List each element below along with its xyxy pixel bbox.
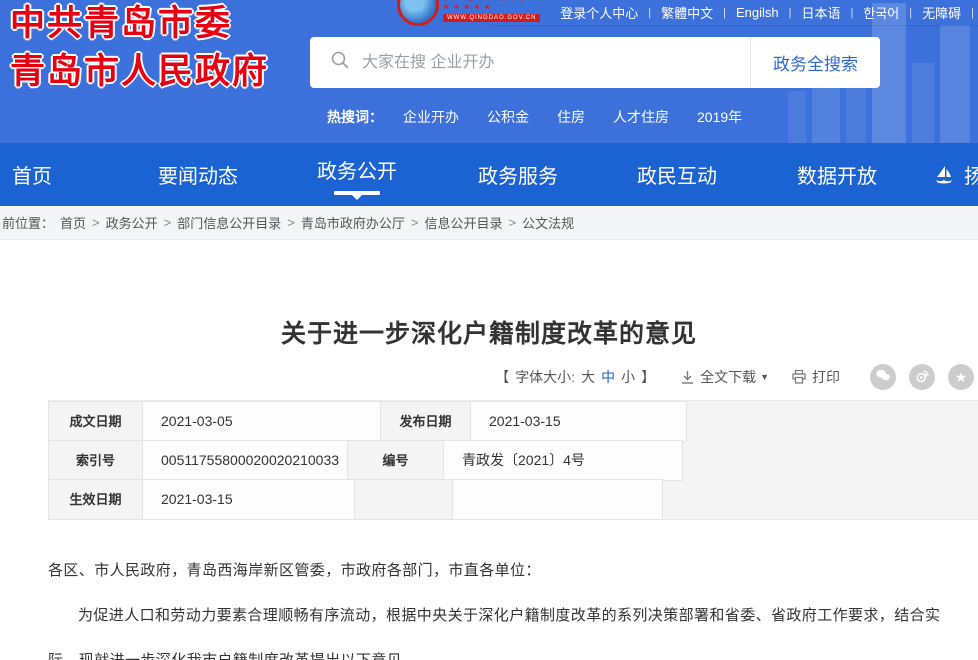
meta-value-effective-date: 2021-03-15 bbox=[142, 479, 355, 520]
globe-icon bbox=[397, 0, 439, 26]
font-size-control: 【 字体大小: 大 中 小 】 bbox=[495, 367, 656, 387]
search-submit-button[interactable]: 政务全搜索 bbox=[750, 37, 880, 88]
search-input[interactable] bbox=[350, 37, 750, 88]
breadcrumb-item[interactable]: 政务公开 bbox=[106, 213, 158, 232]
page: 中共青岛市委 青岛市人民政府 青岛政务网 ★★★★★ WWW.QINGDAO.G… bbox=[0, 0, 978, 660]
link-separator: | bbox=[971, 6, 974, 19]
sailboat-icon bbox=[932, 163, 956, 187]
link-login[interactable]: 登录个人中心 bbox=[550, 3, 648, 22]
meta-label-doc-number: 编号 bbox=[347, 440, 444, 481]
meta-label-publish-date: 发布日期 bbox=[380, 401, 471, 442]
font-size-medium[interactable]: 中 bbox=[601, 367, 615, 387]
wechat-icon bbox=[874, 367, 892, 388]
meta-value-written-date: 2021-03-05 bbox=[142, 401, 381, 442]
site-header: 中共青岛市委 青岛市人民政府 青岛政务网 ★★★★★ WWW.QINGDAO.G… bbox=[0, 0, 978, 143]
link-accessibility[interactable]: 无障碍 bbox=[912, 3, 971, 22]
share-buttons: ★ bbox=[870, 364, 974, 390]
search-icon bbox=[330, 50, 350, 75]
nav-item-citizen-interaction[interactable]: 政民互动 bbox=[637, 143, 717, 206]
link-japanese[interactable]: 日本语 bbox=[792, 3, 851, 22]
table-row: 生效日期 2021-03-15 bbox=[48, 479, 978, 520]
font-size-label: 字体大小: bbox=[515, 369, 576, 385]
hot-search-item[interactable]: 人才住房 bbox=[613, 107, 669, 127]
print-icon bbox=[791, 369, 807, 385]
font-size-small[interactable]: 小 bbox=[621, 367, 635, 387]
meta-label-written-date: 成文日期 bbox=[48, 401, 143, 442]
nav-item-gov-affairs-disclosure-active[interactable]: 政务公开 bbox=[317, 143, 397, 206]
site-logo[interactable]: 中共青岛市委 青岛市人民政府 bbox=[10, 6, 269, 89]
page-title: 关于进一步深化户籍制度改革的意见 bbox=[280, 320, 697, 348]
nav-item-sailing-qingdao[interactable]: 扬帆青岛 bbox=[932, 143, 978, 206]
document-meta-table: 成文日期 2021-03-05 发布日期 2021-03-15 索引号 0051… bbox=[48, 400, 978, 520]
meta-label-index-number: 索引号 bbox=[48, 440, 143, 481]
main-nav: 首页 要闻动态 政务公开 政务服务 政民互动 数据开放 扬帆青岛 bbox=[0, 143, 978, 206]
hot-search-label: 热搜词： bbox=[327, 109, 383, 125]
hot-search-item[interactable]: 2019年 bbox=[697, 107, 742, 127]
breadcrumb-item[interactable]: 公文法规 bbox=[522, 213, 574, 232]
logo-line-2: 青岛市人民政府 bbox=[10, 52, 270, 91]
weibo-icon bbox=[913, 367, 931, 388]
dropdown-caret-icon: ▼ bbox=[760, 372, 769, 382]
breadcrumb-item[interactable]: 青岛市政府办公厅 bbox=[301, 213, 405, 232]
breadcrumb-prefix: 前位置： bbox=[2, 216, 55, 231]
breadcrumb-item[interactable]: 部门信息公开目录 bbox=[177, 213, 281, 232]
document-body: 各区、市人民政府，青岛西海岸新区管委，市政府各部门，市直各单位： 为促进人口和劳… bbox=[48, 548, 962, 660]
download-button[interactable]: 全文下载 ▼ bbox=[680, 367, 769, 387]
font-size-large[interactable]: 大 bbox=[581, 367, 595, 387]
nav-item-gov-services[interactable]: 政务服务 bbox=[478, 143, 558, 206]
share-wechat-button[interactable] bbox=[870, 364, 896, 390]
meta-empty-cell bbox=[354, 479, 453, 520]
hot-search-row: 热搜词： 企业开办 公积金 住房 人才住房 2019年 bbox=[327, 105, 770, 129]
breadcrumb: 前位置： 首页 > 政务公开 > 部门信息公开目录 > 青岛市政府办公厅 > 信… bbox=[0, 206, 978, 240]
share-weibo-button[interactable] bbox=[909, 364, 935, 390]
hot-search-item[interactable]: 住房 bbox=[557, 107, 585, 127]
meta-label-effective-date: 生效日期 bbox=[48, 479, 143, 520]
hot-search-item[interactable]: 公积金 bbox=[487, 107, 529, 127]
meta-value-publish-date: 2021-03-15 bbox=[470, 401, 687, 442]
download-icon bbox=[680, 370, 695, 385]
article-toolbar: 【 字体大小: 大 中 小 】 全文下载 ▼ 打印 ★ bbox=[0, 362, 978, 392]
star-icon: ★ bbox=[954, 369, 968, 385]
search-bar: 政务全搜索 bbox=[310, 37, 880, 88]
link-traditional-chinese[interactable]: 繁體中文 bbox=[651, 3, 723, 22]
breadcrumb-item[interactable]: 信息公开目录 bbox=[424, 213, 502, 232]
link-english[interactable]: Engilsh bbox=[726, 5, 789, 20]
table-row: 索引号 00511755800020020210033 编号 青政发〔2021〕… bbox=[48, 440, 978, 481]
logo-line-1: 中共青岛市委 bbox=[10, 4, 233, 43]
paragraph-intro: 为促进人口和劳动力要素合理顺畅有序流动，根据中央关于深化户籍制度改革的系列决策部… bbox=[48, 607, 941, 660]
breadcrumb-item[interactable]: 首页 bbox=[60, 213, 86, 232]
nav-item-news[interactable]: 要闻动态 bbox=[158, 143, 238, 206]
active-tab-underline bbox=[334, 191, 380, 195]
nav-item-open-data[interactable]: 数据开放 bbox=[797, 143, 877, 206]
meta-value-doc-number: 青政发〔2021〕4号 bbox=[443, 440, 683, 481]
meta-empty-cell bbox=[452, 479, 663, 520]
meta-value-index-number: 00511755800020020210033 bbox=[142, 440, 348, 481]
nav-item-home[interactable]: 首页 bbox=[12, 143, 52, 206]
link-korean[interactable]: 한국어 bbox=[853, 3, 909, 22]
print-button[interactable]: 打印 bbox=[791, 367, 840, 387]
table-row: 成文日期 2021-03-05 发布日期 2021-03-15 bbox=[48, 401, 978, 442]
hot-search-item[interactable]: 企业开办 bbox=[403, 107, 459, 127]
top-links-bar: 登录个人中心 | 繁體中文 | Engilsh | 日本语 | 한국어 | 无障… bbox=[489, 0, 978, 26]
paragraph-salutation: 各区、市人民政府，青岛西海岸新区管委，市政府各部门，市直各单位： bbox=[48, 562, 541, 579]
share-favorite-button[interactable]: ★ bbox=[948, 364, 974, 390]
